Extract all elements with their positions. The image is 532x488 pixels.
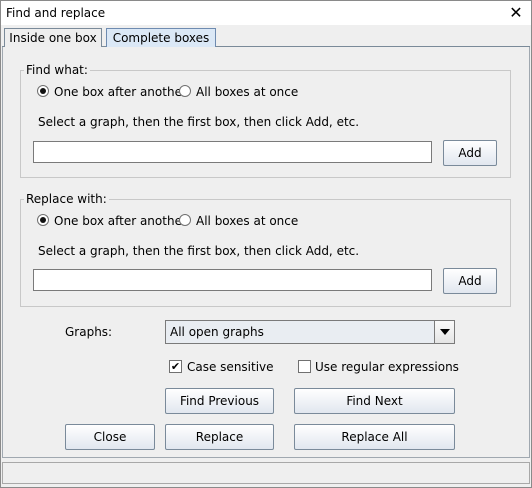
find-next-button[interactable]: Find Next xyxy=(294,388,455,414)
find-all-at-once-radio[interactable] xyxy=(179,85,191,97)
replace-one-after-another-radio[interactable] xyxy=(37,214,49,226)
tab-complete-boxes[interactable]: Complete boxes xyxy=(106,28,216,47)
find-previous-button[interactable]: Find Previous xyxy=(165,388,274,414)
replace-all-at-once-radio[interactable] xyxy=(179,214,191,226)
replace-all-button[interactable]: Replace All xyxy=(294,424,455,450)
replace-instruction: Select a graph, then the first box, then… xyxy=(38,244,360,258)
tab-inside-one-box[interactable]: Inside one box xyxy=(4,28,102,47)
replace-one-after-another-label: One box after another xyxy=(54,214,187,228)
find-one-after-another-radio[interactable] xyxy=(37,85,49,97)
window-title: Find and replace xyxy=(6,6,106,20)
case-sensitive-checkbox[interactable]: ✔ xyxy=(169,360,182,373)
replace-button[interactable]: Replace xyxy=(165,424,274,450)
find-one-after-another-label: One box after another xyxy=(54,85,187,99)
find-all-at-once-label: All boxes at once xyxy=(196,85,299,99)
case-sensitive-label: Case sensitive xyxy=(187,360,274,374)
regex-label: Use regular expressions xyxy=(315,360,459,374)
replace-all-at-once-label: All boxes at once xyxy=(196,214,299,228)
graphs-label: Graphs: xyxy=(65,325,113,339)
replace-with-label: Replace with: xyxy=(24,192,109,206)
graphs-select[interactable]: All open graphs xyxy=(165,320,455,344)
close-button[interactable]: Close xyxy=(65,424,155,450)
status-bar xyxy=(2,462,530,484)
find-add-button[interactable]: Add xyxy=(443,140,497,166)
chevron-down-icon[interactable] xyxy=(434,321,454,343)
find-what-field[interactable] xyxy=(33,141,432,163)
regex-checkbox[interactable] xyxy=(298,360,311,373)
title-bar: Find and replace ✕ xyxy=(1,1,531,25)
replace-with-field[interactable] xyxy=(33,269,432,291)
replace-add-button[interactable]: Add xyxy=(443,268,497,294)
find-instruction: Select a graph, then the first box, then… xyxy=(38,115,360,129)
find-what-label: Find what: xyxy=(24,63,90,77)
graphs-selected-value: All open graphs xyxy=(170,325,264,339)
close-icon[interactable]: ✕ xyxy=(505,3,527,23)
